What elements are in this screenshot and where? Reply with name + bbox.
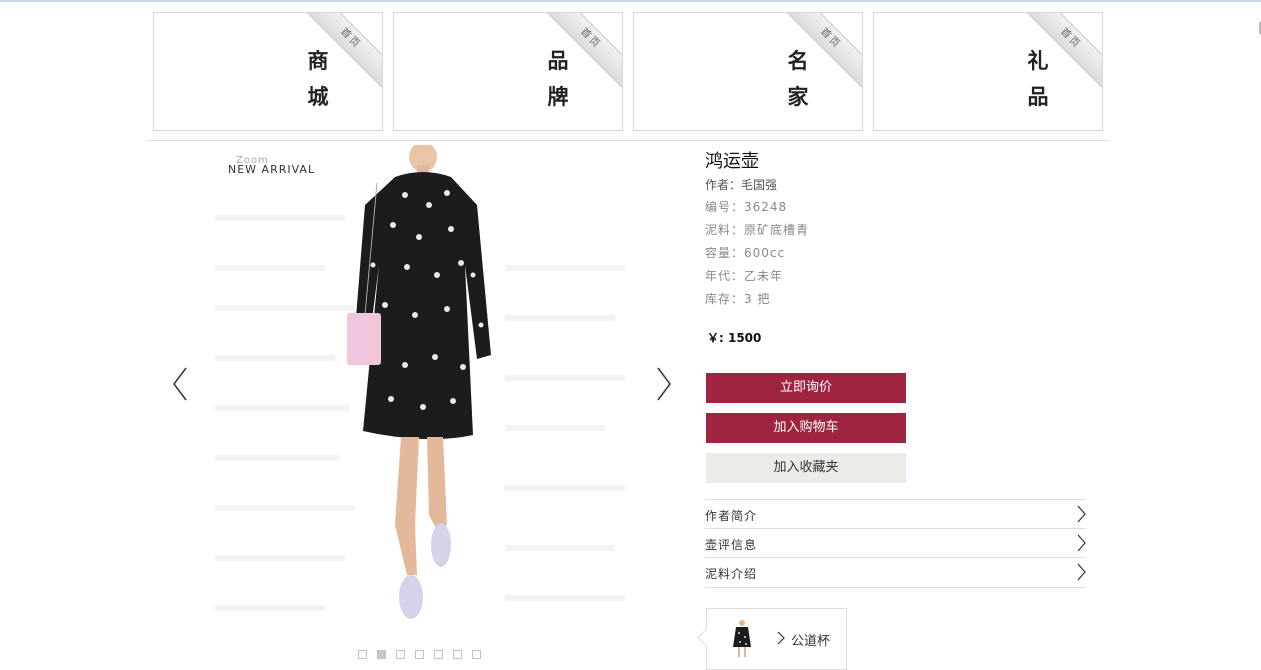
add-to-favorites-button[interactable]: 加入收藏夹 bbox=[706, 453, 906, 483]
product-title: 鸿运壶 bbox=[705, 151, 759, 172]
category-tile-brand[interactable]: 品 牌 首页 bbox=[393, 12, 623, 131]
chevron-left-icon[interactable] bbox=[168, 366, 192, 402]
product-clay: 泥料：原矿底槽青 bbox=[705, 223, 810, 237]
accordion-author-intro[interactable]: 作者简介 bbox=[705, 499, 1086, 529]
chevron-right-icon[interactable] bbox=[652, 366, 676, 402]
category-char: 牌 bbox=[547, 84, 569, 109]
accordion-review-info[interactable]: 壶评信息 bbox=[705, 528, 1086, 558]
category-char: 品 bbox=[1027, 84, 1049, 109]
product-stock: 库存：3 把 bbox=[705, 292, 771, 306]
top-border bbox=[0, 0, 1261, 2]
category-tile-mall[interactable]: 商 城 首页 bbox=[153, 12, 383, 131]
accordion-divider bbox=[705, 587, 1086, 588]
carousel-dot[interactable] bbox=[358, 650, 367, 659]
category-char: 礼 bbox=[1027, 48, 1049, 73]
accordion-label: 作者简介 bbox=[705, 509, 758, 523]
carousel-dot[interactable] bbox=[472, 650, 481, 659]
new-arrival-label: NEW ARRIVAL bbox=[228, 163, 316, 176]
related-product-name: 公道杯 bbox=[791, 634, 831, 649]
category-tiles: 商 城 首页 品 牌 首页 名 家 首页 礼 品 首页 bbox=[153, 12, 1103, 131]
accordion-label: 泥料介绍 bbox=[705, 567, 758, 581]
add-to-cart-button[interactable]: 加入购物车 bbox=[706, 413, 906, 443]
accordion-label: 壶评信息 bbox=[705, 538, 758, 552]
category-char: 品 bbox=[547, 48, 569, 73]
chevron-right-icon bbox=[777, 631, 785, 645]
product-author: 作者：毛国强 bbox=[705, 178, 778, 192]
carousel-dot[interactable] bbox=[453, 650, 462, 659]
carousel-dot[interactable] bbox=[415, 650, 424, 659]
section-divider bbox=[148, 140, 1108, 141]
chevron-right-icon bbox=[1077, 505, 1086, 523]
category-char: 城 bbox=[307, 84, 329, 109]
accordion-clay-intro[interactable]: 泥料介绍 bbox=[705, 557, 1086, 587]
category-tile-master[interactable]: 名 家 首页 bbox=[633, 12, 863, 131]
carousel-dot-active[interactable] bbox=[377, 650, 386, 659]
carousel-dot[interactable] bbox=[434, 650, 443, 659]
chevron-right-icon bbox=[1077, 563, 1086, 581]
related-product-card[interactable]: 公道杯 bbox=[697, 608, 847, 670]
product-era: 年代：乙未年 bbox=[705, 269, 784, 283]
product-image[interactable] bbox=[215, 145, 630, 645]
carousel-dot[interactable] bbox=[396, 650, 405, 659]
product-capacity: 容量：600cc bbox=[705, 246, 786, 260]
category-char: 名 bbox=[787, 48, 809, 73]
category-char: 家 bbox=[787, 84, 809, 109]
related-product-thumbnail bbox=[733, 620, 751, 657]
inquire-button[interactable]: 立即询价 bbox=[706, 373, 906, 403]
card-notch bbox=[697, 628, 716, 647]
product-price: ￥: 1500 bbox=[707, 331, 762, 345]
category-char: 商 bbox=[307, 48, 329, 73]
product-code: 编号：36248 bbox=[705, 200, 788, 214]
chevron-right-icon bbox=[1077, 534, 1086, 552]
category-tile-gift[interactable]: 礼 品 首页 bbox=[873, 12, 1103, 131]
